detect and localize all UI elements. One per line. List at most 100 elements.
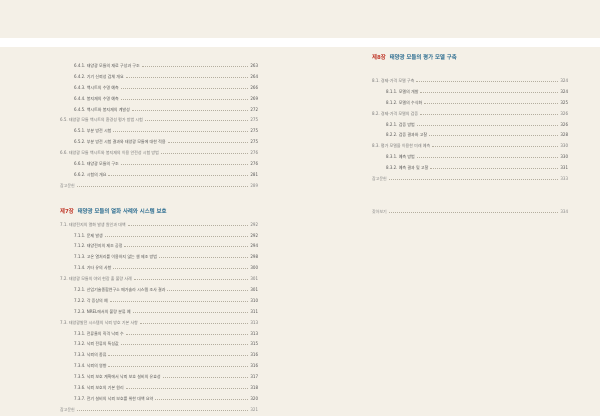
toc-entry[interactable]: 6.6. 태양광 모듈 백시트와 봉지재의 이용 안전성 시험 방법 276 [60,148,258,159]
toc-entry-page: 313 [250,330,258,336]
toc-entry[interactable]: 8.1.2. 모델의 수식화 325 [372,98,568,109]
toc-entry-title: 7.2. 태양광 모듈의 야외 현장 출 불량 사례 [60,276,132,282]
toc-entry-page: 326 [560,121,568,127]
chapter-title: 태양광 모듈의 열화 사례와 시스템 보호 [77,208,167,215]
toc-entry-page: 324 [560,78,568,83]
toc-entry-title: 7.3.5. 낙뢰 보호 계획에서 낙뢰 보호 설비의 유효성 [74,374,161,380]
leader-dots [120,163,249,166]
toc-entry[interactable]: 7.1.2. 태양전지의 제조 공정 294 [60,241,258,252]
toc-entry[interactable]: 6.6.1. 태양광 모듈의 구조 276 [60,159,258,170]
toc-entry-page: 275 [250,117,258,123]
toc-entry-page: 292 [250,221,258,227]
leader-dots [167,289,249,292]
toc-entry-page: 333 [560,176,568,182]
toc-entry-title: 7.1.4. 기타 유의 사항 [74,265,112,271]
leader-dots [125,387,249,390]
leader-dots [109,300,249,302]
toc-list-chapter6: 6.4.1. 태양광 모듈의 재료 구성과 구조 263 6.4.2. 기기 신뢰성… [60,61,258,192]
toc-entry-page: 315 [250,341,258,347]
leader-dots [162,376,249,379]
toc-entry[interactable]: 8.2.1. 검증 방법 326 [372,120,568,131]
toc-entry-page: 269 [250,95,258,101]
toc-entry-page: 300 [250,265,258,271]
toc-entry[interactable]: 참고문헌 321 [60,405,258,416]
leader-dots [141,65,249,67]
toc-entry-page: 294 [250,243,258,249]
leader-dots [167,141,249,144]
toc-entry[interactable]: 참고문헌 289 [60,181,258,192]
toc-entry-page: 326 [560,110,568,116]
chapter-title: 태양광 모듈의 평가 모델 구축 [389,55,457,61]
toc-entry-title: 6.6.1. 태양광 모듈의 구조 [74,161,119,167]
toc-entry[interactable]: 7.2.3. NREL에서의 불량 분류 예 311 [60,307,258,318]
toc-entry[interactable]: 7.3.1. 전류율의 직격 낙뢰 수 313 [60,329,258,340]
toc-entry[interactable]: 7.3.5. 낙뢰 보호 계획에서 낙뢰 보호 설비의 유효성 317 [60,372,258,383]
toc-entry[interactable]: 6.4.3. 백시트의 수명 예측 266 [60,83,258,94]
toc-entry-title: 찾아보기 [372,208,387,214]
leader-dots [76,185,249,187]
toc-entry-page: 272 [250,106,258,112]
toc-entry[interactable]: 8.1.1. 모델의 개발 324 [372,87,568,98]
toc-entry[interactable]: 7.3.2. 낙뢰 전류의 특성값 315 [60,339,258,350]
toc-entry[interactable]: 7.3.7. 전기 설비의 낙뢰 보호를 위한 대책 요약 320 [60,394,258,405]
toc-entry[interactable]: 7.1.4. 기타 유의 사항 300 [60,263,258,274]
leader-dots [430,167,559,170]
toc-entry-title: 6.4.2. 기기 신뢰성 검체 개요 [74,73,124,79]
left-toc-column: 6.4.1. 태양광 모듈의 재료 구성과 구조 263 6.4.2. 기기 신뢰성… [60,61,258,416]
toc-entry-page: 276 [250,161,258,167]
toc-entry[interactable]: 7.2.2. 각 증상의 예 310 [60,296,258,307]
leader-dots [155,398,249,400]
toc-entry-page: 301 [250,287,258,293]
toc-entry-index[interactable]: 찾아보기 334 [372,207,568,218]
toc-entry[interactable]: 8.1. 경제-가격 모델 구축 324 [372,76,568,87]
toc-entry[interactable]: 8.3.2. 예측 결과 및 고찰 331 [372,163,568,174]
toc-entry[interactable]: 참고문헌 333 [372,174,568,185]
toc-entry-title: 6.5.1. 부분 방전 시험 [74,128,112,134]
toc-entry[interactable]: 6.5.2. 부분 방전 시험 결과와 태양광 모듈에 대한 적용 275 [60,137,258,148]
toc-entry-page: 330 [560,154,568,160]
toc-entry[interactable]: 7.1. 태양전지의 열화 발생 원인과 대책 292 [60,220,258,231]
toc-entry[interactable]: 7.1.3. 고온 열처리를 이용하지 않는 셀 제조 방법 298 [60,252,258,263]
toc-entry-page: 316 [250,363,258,369]
toc-entry[interactable]: 6.4.5. 백시트와 봉지재의 계발성 272 [60,105,258,116]
toc-entry[interactable]: 6.4.1. 태양광 모듈의 재료 구성과 구조 263 [60,61,258,72]
toc-entry-title: 7.3.3. 낙뢰의 종류 [74,352,107,358]
leader-dots [429,134,559,137]
toc-entry[interactable]: 6.5. 태양광 모듈 백시트의 환경성 평가 방법 시험 275 [60,115,258,126]
toc-entry[interactable]: 7.2.1. 산업기술종합연구소 메가솔라 시스템 조사 결과 301 [60,285,258,296]
chapter-number: 제7장 [60,208,74,215]
toc-entry-title: 8.2. 경제-가격 모델의 검증 [372,110,419,116]
leader-dots [113,130,249,133]
toc-entry-page: 318 [250,385,258,391]
toc-entry[interactable]: 6.4.4. 봉지재의 수명 예측 269 [60,94,258,105]
toc-entry[interactable]: 8.2.2. 검증 결과와 고찰 328 [372,130,568,141]
leader-dots [104,235,249,237]
toc-entry[interactable]: 7.3. 태양광발전 시스템의 낙뢰 방호 기본 사항 313 [60,318,258,329]
toc-entry[interactable]: 7.3.4. 낙뢰의 영향 316 [60,361,258,372]
toc-entry[interactable]: 7.3.6. 낙뢰 보호의 기본 원리 318 [60,383,258,394]
toc-entry-page: 281 [250,171,258,177]
toc-entry-title: 7.1.3. 고온 열처리를 이용하지 않는 셀 제조 방법 [74,254,157,260]
toc-entry-page: 328 [560,132,568,138]
toc-entry-page: 292 [250,232,258,238]
toc-entry[interactable]: 6.5.1. 부분 방전 시험 275 [60,126,258,137]
leader-dots [120,87,249,89]
toc-entry-title: 참고문헌 [60,182,75,188]
toc-entry-page: 264 [250,73,258,79]
toc-entry-page: 331 [560,165,568,171]
toc-entry[interactable]: 6.6.2. 시험의 개요 281 [60,170,258,181]
toc-entry[interactable]: 7.1.1. 문제 발생 292 [60,231,258,242]
toc-entry-title: 7.1.1. 문제 발생 [74,232,103,238]
toc-entry-title: 참고문헌 [372,176,387,182]
toc-entry-title: 8.3.1. 예측 방법 [386,154,415,160]
toc-entry[interactable]: 7.3.3. 낙뢰의 종류 316 [60,350,258,361]
toc-entry[interactable]: 8.3. 평가 모델을 이용한 미래 예측 330 [372,141,568,152]
toc-entry-page: 266 [250,84,258,90]
toc-entry-page: 275 [250,139,258,145]
toc-entry[interactable]: 8.2. 경제-가격 모델의 검증 326 [372,109,568,120]
toc-entry[interactable]: 8.3.1. 예측 방법 330 [372,152,568,163]
toc-entry[interactable]: 7.2. 태양광 모듈의 야외 현장 출 불량 사례 301 [60,274,258,285]
toc-entry[interactable]: 6.4.2. 기기 신뢰성 검체 개요 264 [60,72,258,83]
leader-dots [131,109,249,111]
leader-dots [420,91,559,93]
